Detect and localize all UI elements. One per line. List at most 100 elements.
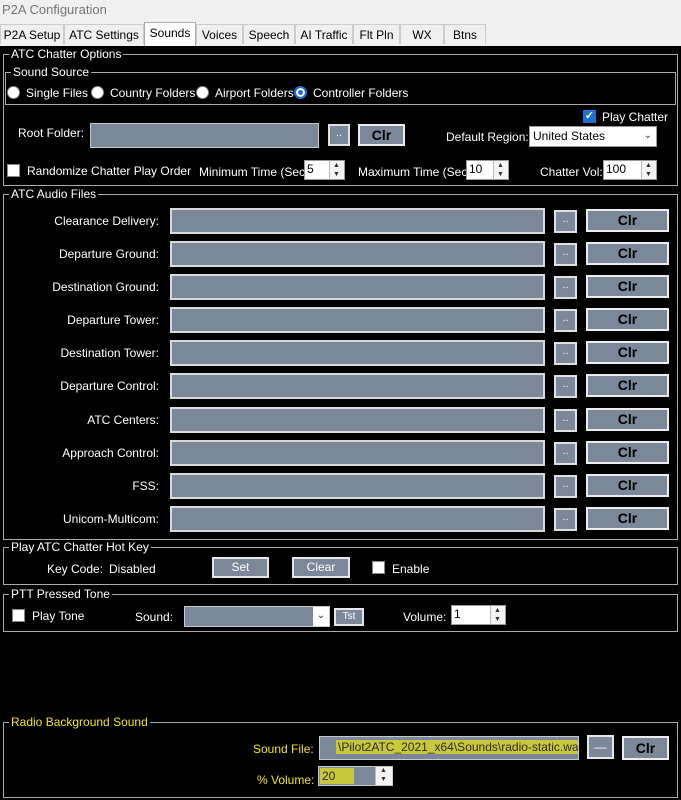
fss-input[interactable] <box>170 473 545 499</box>
atc-centers-clr-button[interactable]: Clr <box>586 408 669 431</box>
departure-tower-clr-button[interactable]: Clr <box>586 308 669 331</box>
departure-tower-input[interactable] <box>170 307 545 333</box>
play-tone-checkbox[interactable] <box>12 609 25 622</box>
destination-ground-browse-button[interactable]: .. <box>554 276 577 299</box>
min-time-value: 5 <box>307 162 314 176</box>
sound-source-legend: Sound Source <box>11 65 92 79</box>
audio-row-label: ATC Centers: <box>87 413 159 427</box>
unicom-multicom-browse-button[interactable]: .. <box>554 508 577 531</box>
ptt-test-button[interactable]: Tst <box>334 608 364 626</box>
departure-control-browse-button[interactable]: .. <box>554 375 577 398</box>
chatter-options-legend: ATC Chatter Options <box>9 47 124 61</box>
tab-speech[interactable]: Speech <box>243 24 295 44</box>
fss-browse-button[interactable]: .. <box>554 475 577 498</box>
tab-sounds[interactable]: Sounds <box>144 22 196 46</box>
max-time-stepper[interactable]: 10 ▲ ▼ <box>466 160 509 180</box>
play-chatter-label: Play Chatter <box>602 110 669 124</box>
ptt-legend: PTT Pressed Tone <box>9 587 112 601</box>
root-folder-label: Root Folder: <box>18 126 85 140</box>
departure-ground-input[interactable] <box>170 241 545 267</box>
spin-arrows-icon[interactable]: ▲ ▼ <box>493 161 508 179</box>
radio-volume-stepper[interactable]: 20 ▲ ▼ <box>318 766 393 786</box>
max-time-label: Maximum Time (Sec) <box>358 165 472 179</box>
atc-centers-browse-button[interactable]: .. <box>554 409 577 432</box>
min-time-stepper[interactable]: 5 ▲ ▼ <box>304 160 345 180</box>
clearance-delivery-clr-button[interactable]: Clr <box>586 209 669 232</box>
departure-control-clr-button[interactable]: Clr <box>586 374 669 397</box>
radio-country-folders-label: Country Folders <box>110 86 196 100</box>
departure-ground-clr-button[interactable]: Clr <box>586 242 669 265</box>
audio-files-legend: ATC Audio Files <box>9 187 99 201</box>
ptt-sound-select[interactable]: ⌄ <box>184 606 330 627</box>
sound-file-value: \Pilot2ATC_2021_x64\Sounds\radio-static.… <box>336 740 578 754</box>
spin-arrows-icon[interactable]: ▲ ▼ <box>490 606 505 624</box>
chevron-down-icon: ⌄ <box>313 607 329 626</box>
destination-ground-clr-button[interactable]: Clr <box>586 275 669 298</box>
clearance-delivery-input[interactable] <box>170 208 545 234</box>
tab-ai-traffic[interactable]: AI Traffic <box>295 24 353 44</box>
clearance-delivery-browse-button[interactable]: .. <box>554 210 577 233</box>
departure-ground-browse-button[interactable]: .. <box>554 243 577 266</box>
radio-bg-group <box>3 722 678 798</box>
departure-control-input[interactable] <box>170 373 545 399</box>
destination-ground-input[interactable] <box>170 274 545 300</box>
randomize-label: Randomize Chatter Play Order <box>27 164 192 178</box>
audio-row-label: FSS: <box>132 479 159 493</box>
root-folder-clr-button[interactable]: Clr <box>358 124 405 146</box>
sound-file-minimize-button[interactable]: — <box>587 735 614 759</box>
destination-tower-clr-button[interactable]: Clr <box>586 341 669 364</box>
hotkey-legend: Play ATC Chatter Hot Key <box>9 540 151 554</box>
radio-controller-folders-label: Controller Folders <box>313 86 409 100</box>
default-region-value: United States <box>533 129 606 143</box>
tab-p2a-setup[interactable]: P2A Setup <box>0 24 64 44</box>
radio-single-files[interactable] <box>7 86 20 99</box>
approach-control-clr-button[interactable]: Clr <box>586 441 669 464</box>
root-folder-browse-button[interactable]: .. <box>328 124 350 146</box>
radio-airport-folders-label: Airport Folders <box>215 86 294 100</box>
tab-atc-settings[interactable]: ATC Settings <box>64 24 144 44</box>
hotkey-clear-button[interactable]: Clear <box>292 557 350 578</box>
approach-control-input[interactable] <box>170 440 545 466</box>
key-code-label: Key Code: <box>47 562 104 576</box>
approach-control-browse-button[interactable]: .. <box>554 442 577 465</box>
sound-file-clr-button[interactable]: Clr <box>622 736 669 760</box>
audio-row-label: Unicom-Multicom: <box>62 512 159 526</box>
randomize-checkbox[interactable] <box>7 164 20 177</box>
play-chatter-checkbox[interactable]: ✓ <box>583 110 596 123</box>
unicom-multicom-clr-button[interactable]: Clr <box>586 507 669 530</box>
tab-wx[interactable]: WX <box>400 24 444 44</box>
max-time-value: 10 <box>469 162 483 176</box>
radio-controller-folders[interactable] <box>294 86 307 99</box>
destination-tower-browse-button[interactable]: .. <box>554 342 577 365</box>
tab-flt-pln[interactable]: Flt Pln <box>353 24 400 44</box>
spin-arrows-icon[interactable]: ▲ ▼ <box>329 161 344 179</box>
chatter-vol-stepper[interactable]: 100 ▲ ▼ <box>603 160 657 180</box>
window-title: P2A Configuration <box>0 0 681 22</box>
destination-tower-input[interactable] <box>170 340 545 366</box>
tab-voices[interactable]: Voices <box>196 24 243 44</box>
unicom-multicom-input[interactable] <box>170 506 545 532</box>
radio-bg-legend: Radio Background Sound <box>9 715 150 729</box>
fss-clr-button[interactable]: Clr <box>586 474 669 497</box>
hotkey-set-button[interactable]: Set <box>212 557 269 578</box>
departure-tower-browse-button[interactable]: .. <box>554 309 577 332</box>
sound-file-input[interactable]: \Pilot2ATC_2021_x64\Sounds\radio-static.… <box>319 736 579 760</box>
ptt-sound-label: Sound: <box>135 610 174 624</box>
hotkey-enable-label: Enable <box>392 562 430 576</box>
chatter-vol-value: 100 <box>606 162 627 176</box>
spin-arrows-icon[interactable]: ▲ ▼ <box>641 161 656 179</box>
tab-strip: P2A Setup ATC Settings Sounds Voices Spe… <box>0 22 681 46</box>
root-folder-input[interactable] <box>90 123 319 148</box>
hotkey-enable-checkbox[interactable] <box>372 561 385 574</box>
atc-centers-input[interactable] <box>170 407 545 433</box>
ptt-volume-stepper[interactable]: 1 ▲ ▼ <box>451 605 506 625</box>
radio-volume-value: 20 <box>320 768 354 784</box>
tab-btns[interactable]: Btns <box>444 24 486 44</box>
play-tone-label: Play Tone <box>32 609 85 623</box>
radio-airport-folders[interactable] <box>196 86 209 99</box>
ptt-volume-label: Volume: <box>403 610 447 624</box>
default-region-select[interactable]: United States ⌄ <box>529 126 657 147</box>
chatter-vol-label: Chatter Vol: <box>540 165 603 179</box>
spin-arrows-icon[interactable]: ▲ ▼ <box>375 767 392 785</box>
radio-country-folders[interactable] <box>91 86 104 99</box>
